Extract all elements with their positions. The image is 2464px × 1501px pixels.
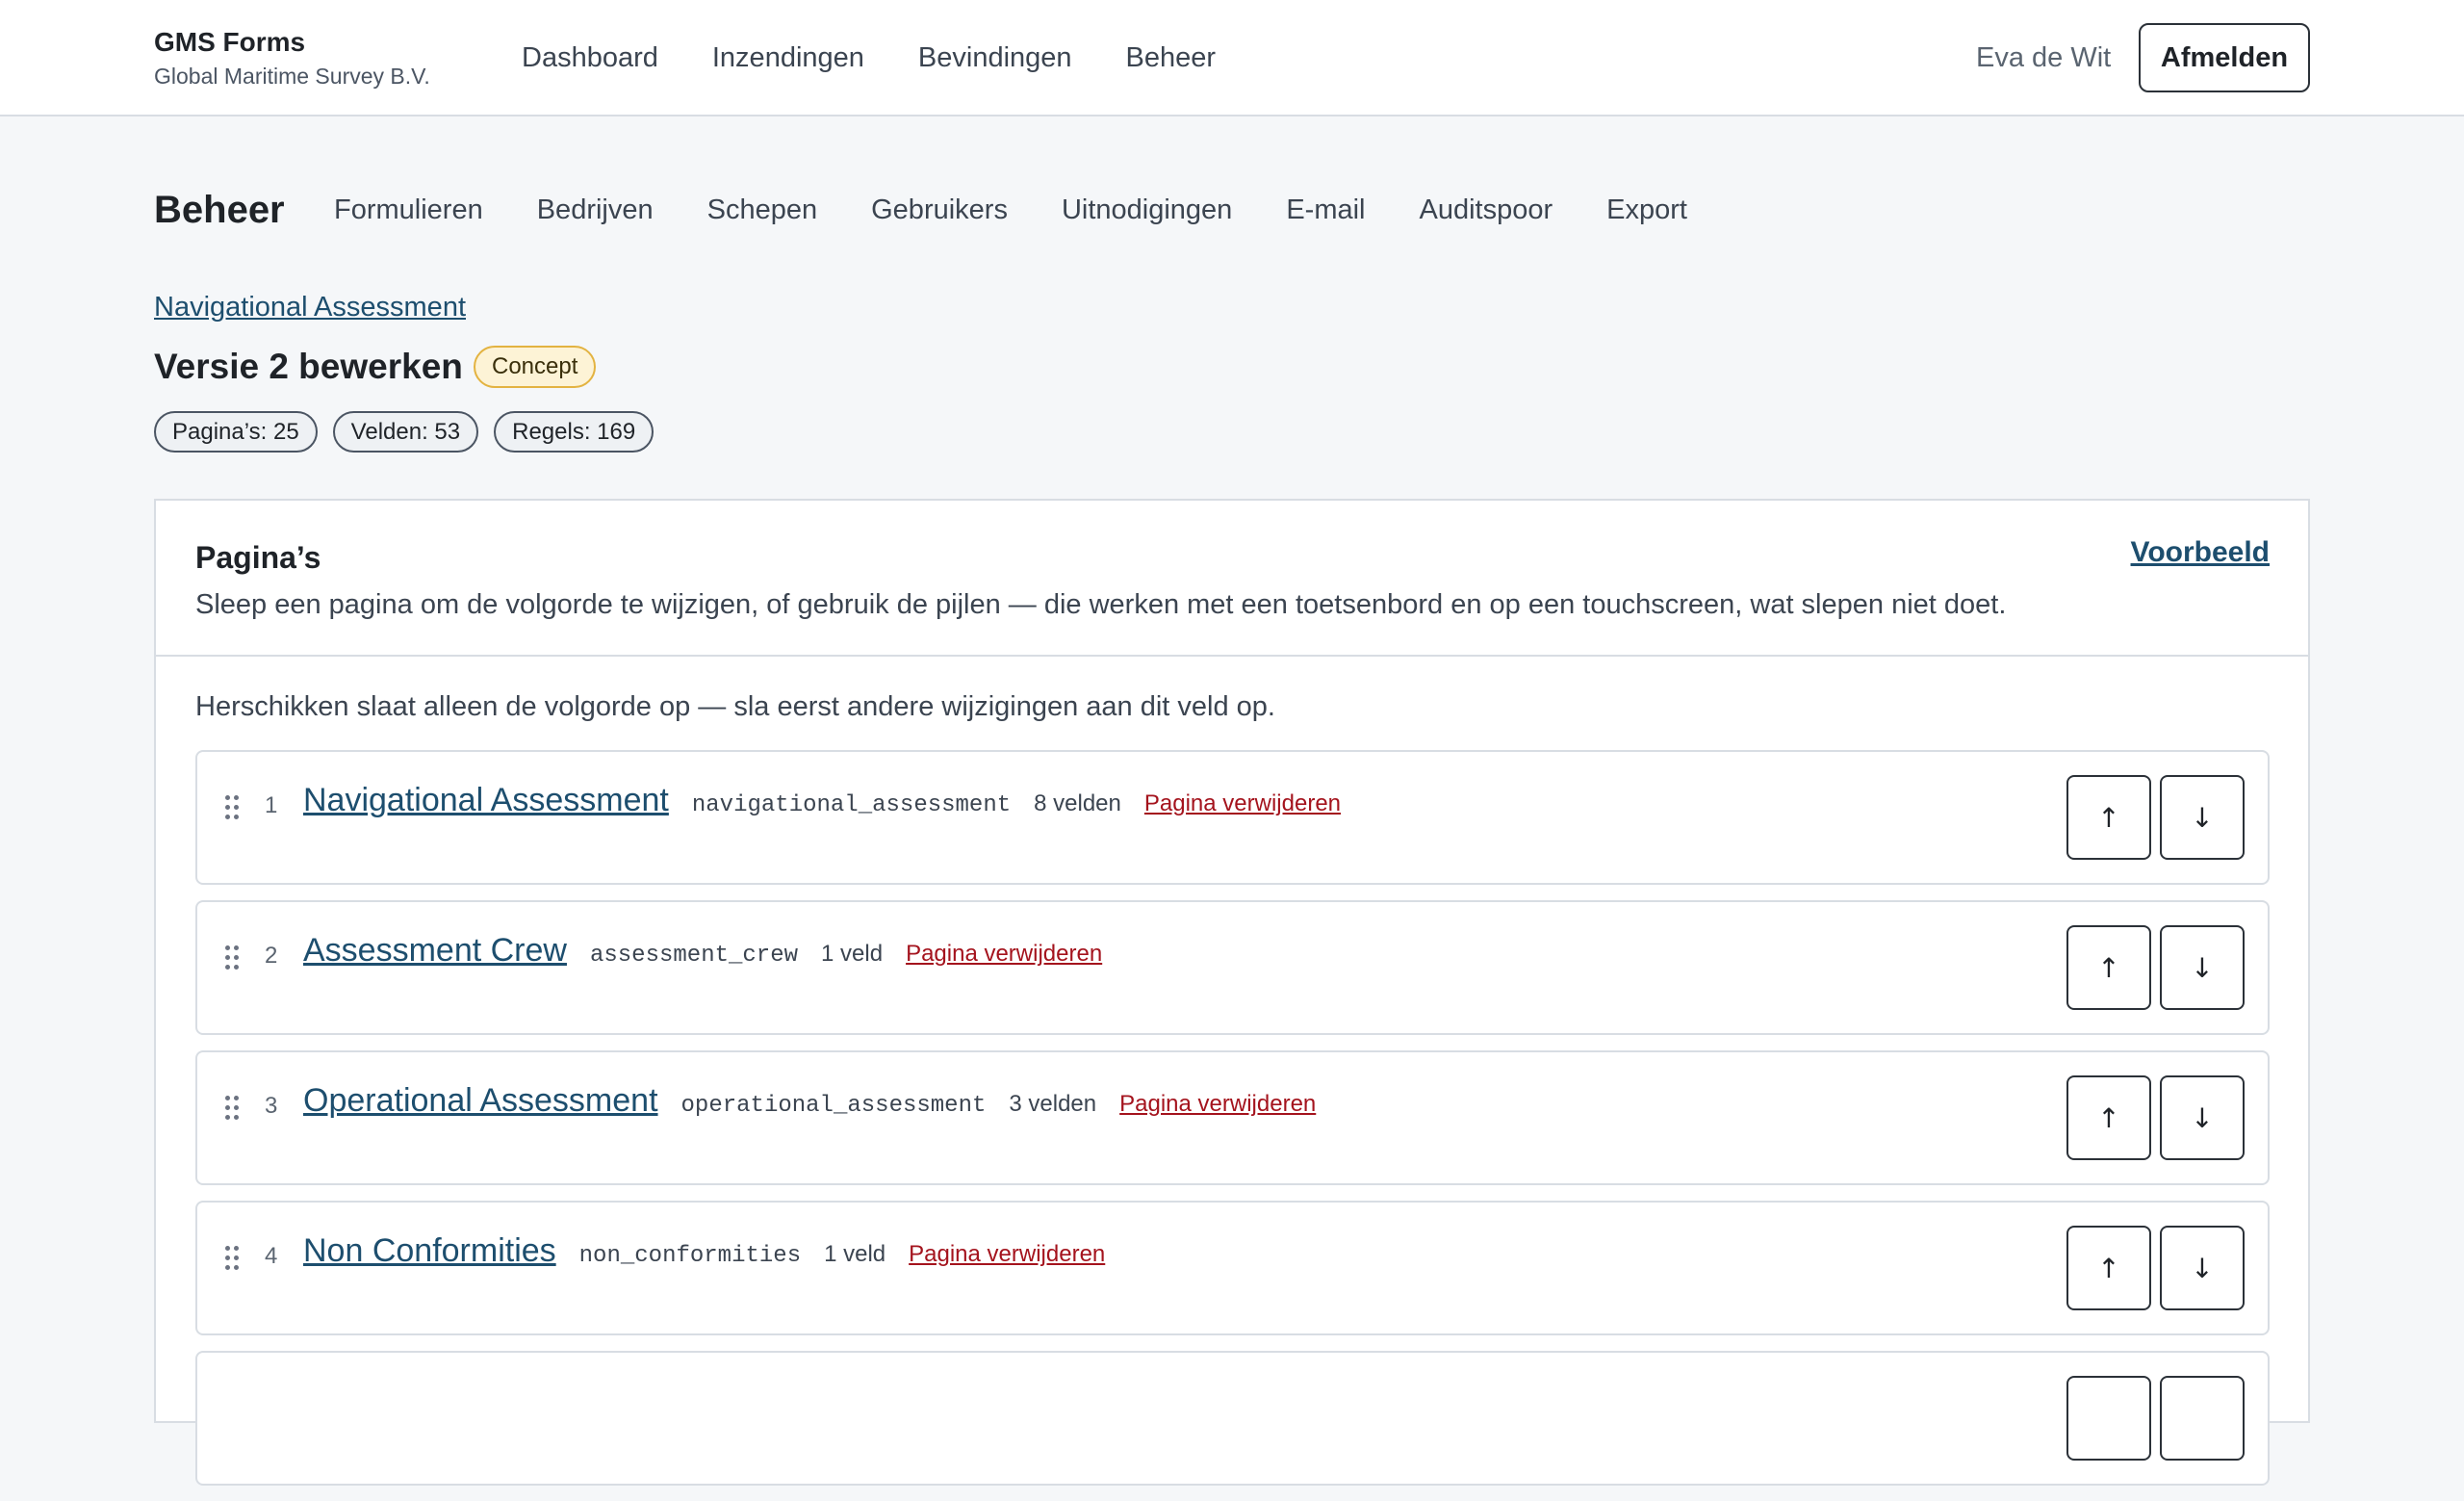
drag-handle-icon[interactable] (225, 795, 241, 820)
brand[interactable]: GMS Forms Global Maritime Survey B.V. (154, 25, 430, 91)
stat-fields: Velden: 53 (332, 411, 479, 453)
user-name: Eva de Wit (1976, 42, 2112, 73)
drag-handle-icon[interactable] (225, 1246, 241, 1271)
arrow-up-icon: ↑ (2097, 951, 2120, 984)
admin-nav: Formulieren Bedrijven Schepen Gebruikers… (334, 191, 1687, 229)
page-key: operational_assessment (680, 1093, 987, 1119)
delete-page-link[interactable]: Pagina verwijderen (906, 941, 1102, 968)
page-row[interactable]: 2 Assessment Crew assessment_crew 1 veld… (195, 900, 2270, 1035)
page-row[interactable] (195, 1351, 2270, 1486)
page-title-link[interactable]: Navigational Assessment (303, 777, 669, 823)
page-field-count: 1 veld (824, 1241, 886, 1267)
pages-panel: Pagina’s Voorbeeld Sleep een pagina om d… (154, 499, 2310, 1486)
page-list: 1 Navigational Assessment navigational_a… (195, 750, 2270, 1501)
pages-panel-description: Sleep een pagina om de volgorde te wijzi… (195, 589, 2007, 620)
page-title-link[interactable]: Operational Assessment (303, 1077, 658, 1124)
reorder-note: Herschikken slaat alleen de volgorde op … (195, 691, 1275, 722)
page-field-count: 3 velden (1009, 1091, 1097, 1117)
page-number: 1 (265, 792, 278, 818)
page-key: assessment_crew (589, 943, 799, 969)
admin-nav-formulieren[interactable]: Formulieren (334, 191, 483, 229)
arrow-up-icon: ↑ (2097, 801, 2120, 834)
nav-inzendingen[interactable]: Inzendingen (712, 39, 864, 77)
delete-page-link[interactable]: Pagina verwijderen (1144, 790, 1341, 817)
page-number: 2 (265, 943, 278, 969)
page-number: 3 (265, 1093, 278, 1119)
page-field-count: 1 veld (821, 941, 884, 967)
move-up-button[interactable] (2066, 1376, 2151, 1461)
breadcrumb-form[interactable]: Navigational Assessment (154, 289, 466, 325)
drag-handle-icon[interactable] (225, 945, 241, 970)
delete-page-link[interactable]: Pagina verwijderen (909, 1241, 1105, 1268)
arrow-down-icon: ↓ (2191, 951, 2214, 984)
move-down-button[interactable]: ↓ (2160, 775, 2245, 860)
page-title-link[interactable]: Assessment Crew (303, 927, 567, 973)
page-field-count: 8 velden (1034, 790, 1121, 816)
top-header: GMS Forms Global Maritime Survey B.V. Da… (0, 0, 2464, 116)
status-badge: Concept (474, 346, 597, 388)
arrow-up-icon: ↑ (2097, 1101, 2120, 1134)
arrow-down-icon: ↓ (2191, 801, 2214, 834)
move-down-button[interactable]: ↓ (2160, 1075, 2245, 1160)
brand-subtitle: Global Maritime Survey B.V. (154, 64, 430, 89)
pages-panel-header: Pagina’s Voorbeeld Sleep een pagina om d… (156, 501, 2308, 657)
admin-nav-email[interactable]: E-mail (1286, 191, 1365, 229)
move-down-button[interactable]: ↓ (2160, 1226, 2245, 1310)
page-title-link[interactable]: Non Conformities (303, 1228, 556, 1274)
page-number: 4 (265, 1243, 278, 1269)
admin-nav-gebruikers[interactable]: Gebruikers (871, 191, 1008, 229)
brand-title: GMS Forms (154, 27, 306, 57)
move-up-button[interactable]: ↑ (2066, 1226, 2151, 1310)
stat-rules: Regels: 169 (494, 411, 654, 453)
drag-handle-icon[interactable] (225, 1096, 241, 1121)
nav-dashboard[interactable]: Dashboard (522, 39, 658, 77)
form-stats: Pagina’s: 25 Velden: 53 Regels: 169 (154, 411, 654, 453)
page-row[interactable]: 1 Navigational Assessment navigational_a… (195, 750, 2270, 885)
arrow-up-icon: ↑ (2097, 1252, 2120, 1284)
delete-page-link[interactable]: Pagina verwijderen (1119, 1091, 1316, 1118)
arrow-down-icon: ↓ (2191, 1252, 2214, 1284)
page-key: non_conformities (578, 1243, 802, 1269)
nav-beheer[interactable]: Beheer (1126, 39, 1217, 77)
admin-nav-auditspoor[interactable]: Auditspoor (1419, 191, 1553, 229)
main-nav: Dashboard Inzendingen Bevindingen Beheer (522, 39, 1216, 77)
move-up-button[interactable]: ↑ (2066, 925, 2151, 1010)
admin-nav-bedrijven[interactable]: Bedrijven (537, 191, 654, 229)
move-down-button[interactable] (2160, 1376, 2245, 1461)
page-row[interactable]: 4 Non Conformities non_conformities 1 ve… (195, 1201, 2270, 1335)
admin-nav-uitnodigingen[interactable]: Uitnodigingen (1062, 191, 1232, 229)
pages-panel-title: Pagina’s (195, 540, 321, 575)
arrow-down-icon: ↓ (2191, 1101, 2214, 1134)
nav-bevindingen[interactable]: Bevindingen (918, 39, 1072, 77)
stat-pages: Pagina’s: 25 (154, 411, 318, 453)
move-down-button[interactable]: ↓ (2160, 925, 2245, 1010)
admin-title: Beheer (154, 189, 285, 231)
logout-button[interactable]: Afmelden (2139, 23, 2310, 92)
page-row[interactable]: 3 Operational Assessment operational_ass… (195, 1050, 2270, 1185)
admin-nav-export[interactable]: Export (1606, 191, 1687, 229)
page-title: Versie 2 bewerken (154, 347, 463, 386)
move-up-button[interactable]: ↑ (2066, 1075, 2151, 1160)
move-up-button[interactable]: ↑ (2066, 775, 2151, 860)
admin-nav-schepen[interactable]: Schepen (707, 191, 818, 229)
preview-link[interactable]: Voorbeeld (2131, 533, 2270, 572)
page-key: navigational_assessment (691, 792, 1012, 818)
